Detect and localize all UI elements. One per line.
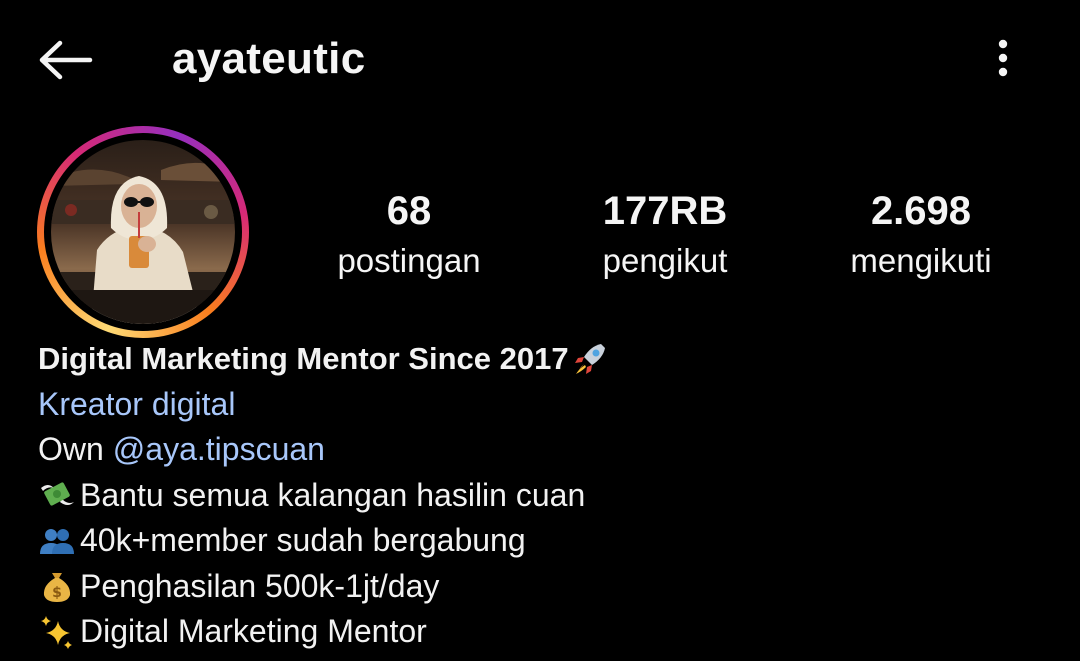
svg-text:$: $: [52, 585, 62, 601]
followers-label: pengikut: [602, 242, 728, 279]
profile-photo: [51, 140, 235, 324]
profile-display-name: Digital Marketing Mentor Since 2017: [38, 341, 569, 376]
own-label: Own: [38, 431, 104, 467]
arrow-left-icon: [38, 40, 94, 85]
bio-line: 40k+member sudah bergabung: [38, 518, 1038, 564]
money-bag-icon: $: [38, 567, 76, 605]
profile-username: ayateutic: [172, 34, 366, 83]
posts-label: postingan: [337, 242, 481, 279]
sparkles-icon: [38, 613, 76, 651]
bio-line: $ Penghasilan 500k-1jt/day: [38, 564, 1038, 610]
busts-in-silhouette-icon: [38, 522, 76, 560]
back-button[interactable]: [34, 38, 98, 86]
bio-own-line: Own @aya.tipscuan: [38, 427, 1038, 473]
stat-following[interactable]: 2.698 mengikuti: [838, 186, 1004, 286]
followers-count: 177RB: [602, 189, 728, 233]
posts-count: 68: [386, 189, 432, 233]
more-options-button[interactable]: [980, 36, 1026, 84]
profile-screen: ayateutic 68 postingan 177RB pengikut 2.…: [0, 0, 1080, 661]
bio-line-text: Penghasilan 500k-1jt/day: [80, 567, 440, 604]
following-label: mengikuti: [850, 242, 992, 279]
more-vertical-icon: [997, 38, 1009, 83]
rocket-icon: [571, 340, 609, 378]
stat-followers[interactable]: 177RB pengikut: [580, 186, 750, 286]
mention-link[interactable]: @aya.tipscuan: [113, 427, 325, 473]
following-count: 2.698: [870, 189, 972, 233]
bio-line: Bantu semua kalangan hasilin cuan: [38, 473, 1038, 519]
bio-line-text: Digital Marketing Mentor: [80, 613, 427, 649]
profile-category: Kreator digital: [38, 385, 236, 422]
bio-line-text: 40k+member sudah bergabung: [80, 522, 526, 558]
avatar[interactable]: [51, 140, 235, 324]
bio-line-text: Bantu semua kalangan hasilin cuan: [80, 476, 586, 513]
story-ring[interactable]: [37, 126, 249, 338]
stat-posts[interactable]: 68 postingan: [334, 186, 484, 286]
profile-bio: Digital Marketing Mentor Since 2017 Krea…: [38, 336, 1038, 655]
bio-name-line: Digital Marketing Mentor Since 2017: [38, 336, 1038, 382]
bio-line: Digital Marketing Mentor: [38, 609, 1038, 655]
money-with-wings-icon: [38, 476, 76, 514]
